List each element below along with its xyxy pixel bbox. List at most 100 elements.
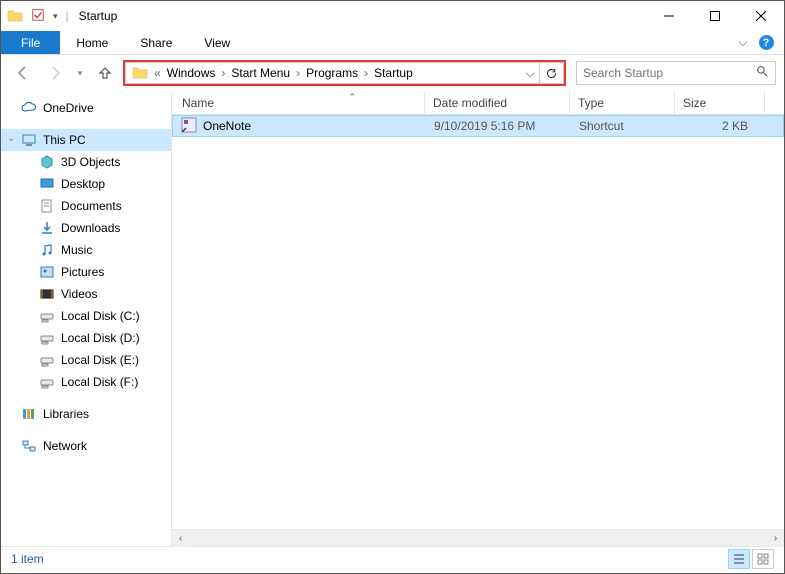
column-type[interactable]: Type [570,91,675,114]
navbar: ▾ « Windows › Start Menu › Programs › St… [1,55,784,91]
tree-label: Videos [61,287,97,301]
shortcut-icon [181,117,197,136]
tree-label: Libraries [43,407,89,421]
back-button[interactable] [9,59,37,87]
up-button[interactable] [91,59,119,87]
help-icon: ? [759,35,774,50]
sort-asc-icon: ⌃ [348,92,356,103]
ribbon-expand-icon[interactable]: ⌵ [732,31,754,54]
scroll-left-icon[interactable]: ‹ [172,530,189,547]
qat-dropdown-icon[interactable]: ▾ [53,11,58,22]
tree-drive-d[interactable]: Local Disk (D:) [1,327,171,349]
tree-videos[interactable]: Videos [1,283,171,305]
tree-label: Music [61,243,92,257]
close-button[interactable] [738,1,784,31]
tree-label: Pictures [61,265,104,279]
statusbar: 1 item [1,546,784,570]
view-icons-button[interactable] [752,549,774,569]
tree-network[interactable]: Network [1,435,171,457]
chevron-down-icon[interactable]: ⌄ [7,133,17,144]
tree-label: This PC [43,133,86,147]
drive-icon [39,374,55,390]
tree-label: Network [43,439,87,453]
file-tab[interactable]: File [1,31,60,54]
column-name[interactable]: Name⌃ [172,91,425,114]
document-icon [39,198,55,214]
folder-icon [7,8,23,24]
tree-desktop[interactable]: Desktop [1,173,171,195]
tab-share[interactable]: Share [124,31,188,54]
window-title: Startup [79,9,118,23]
qat-item[interactable] [31,8,45,25]
tree-3dobjects[interactable]: 3D Objects [1,151,171,173]
file-name: OneNote [203,119,251,133]
breadcrumb-item[interactable]: Startup [370,66,417,80]
column-headers: Name⌃ Date modified Type Size [172,91,784,115]
address-dropdown-icon[interactable]: ⌵ [521,66,539,81]
ribbon: File Home Share View ⌵ ? [1,31,784,55]
file-type: Shortcut [571,119,676,133]
tree-documents[interactable]: Documents [1,195,171,217]
folder-icon [132,65,148,81]
file-date: 9/10/2019 5:16 PM [426,119,571,133]
forward-button[interactable] [41,59,69,87]
tree-onedrive[interactable]: OneDrive [1,97,171,119]
search-box[interactable] [576,61,776,85]
tree-pictures[interactable]: Pictures [1,261,171,283]
libraries-icon [21,406,37,422]
breadcrumb-overflow-icon[interactable]: « [152,66,163,80]
tree-label: 3D Objects [61,155,120,169]
address-bar[interactable]: « Windows › Start Menu › Programs › Star… [125,62,540,84]
network-icon [21,438,37,454]
chevron-right-icon: › [219,66,227,80]
minimize-button[interactable] [646,1,692,31]
tree-drive-f[interactable]: Local Disk (F:) [1,371,171,393]
tree-downloads[interactable]: Downloads [1,217,171,239]
drive-icon [39,308,55,324]
desktop-icon [39,176,55,192]
tree-label: Downloads [61,221,120,235]
address-bar-highlight: « Windows › Start Menu › Programs › Star… [123,60,566,86]
separator: | [66,9,69,23]
tab-home[interactable]: Home [60,31,124,54]
cube-icon [39,154,55,170]
scroll-right-icon[interactable]: › [767,530,784,547]
tree-drive-c[interactable]: Local Disk (C:) [1,305,171,327]
drive-icon [39,330,55,346]
recent-dropdown-icon[interactable]: ▾ [73,59,87,87]
file-list-pane: Name⌃ Date modified Type Size OneNote 9/… [172,91,784,546]
tree-label: Documents [61,199,122,213]
breadcrumb-item[interactable]: Start Menu [227,66,294,80]
tree-music[interactable]: Music [1,239,171,261]
file-row[interactable]: OneNote 9/10/2019 5:16 PM Shortcut 2 KB [172,115,784,137]
tree-drive-e[interactable]: Local Disk (E:) [1,349,171,371]
tree-label: OneDrive [43,101,94,115]
view-details-button[interactable] [728,549,750,569]
music-icon [39,242,55,258]
horizontal-scrollbar[interactable]: ‹ › [172,529,784,546]
content-area: OneDrive ⌄ This PC 3D Objects Desktop Do… [1,91,784,546]
help-button[interactable]: ? [754,31,778,54]
tree-label: Local Disk (E:) [61,353,139,367]
search-input[interactable] [583,66,756,80]
download-icon [39,220,55,236]
refresh-button[interactable] [540,62,564,84]
file-rows: OneNote 9/10/2019 5:16 PM Shortcut 2 KB [172,115,784,529]
search-icon[interactable] [756,65,769,81]
column-date[interactable]: Date modified [425,91,570,114]
pictures-icon [39,264,55,280]
breadcrumb-item[interactable]: Windows [163,66,220,80]
tab-view[interactable]: View [188,31,246,54]
tree-thispc[interactable]: This PC [1,129,171,151]
maximize-button[interactable] [692,1,738,31]
tree-label: Local Disk (C:) [61,309,140,323]
tree-libraries[interactable]: Libraries [1,403,171,425]
titlebar: ▾ | Startup [1,1,784,31]
pc-icon [21,132,37,148]
breadcrumb-item[interactable]: Programs [302,66,362,80]
column-size[interactable]: Size [675,91,765,114]
tree-label: Local Disk (D:) [61,331,140,345]
chevron-right-icon: › [362,66,370,80]
tree-label: Local Disk (F:) [61,375,138,389]
cloud-icon [21,100,37,116]
